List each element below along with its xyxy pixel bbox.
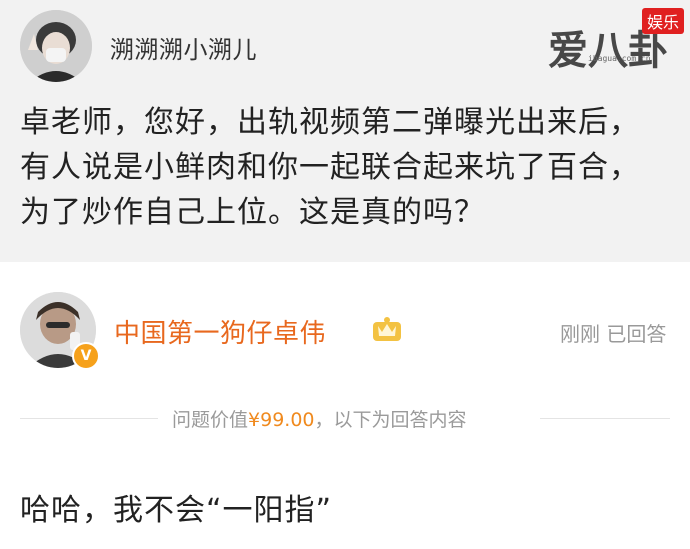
price-prefix: 问题价值 [172,409,249,431]
asker-name[interactable]: 溯溯溯小溯儿 [110,30,257,65]
divider-right [540,418,670,419]
divider-left [20,418,158,419]
price-value: ¥99.00 [248,409,315,431]
question-card: 溯溯溯小溯儿 爱八卦 娱乐 ibagua.com.cn 卓老师，您好，出轨视频第… [0,0,690,262]
vip-crown-icon [373,317,401,341]
verified-v-icon: V [72,342,100,370]
answer-status: 刚刚 已回答 [560,322,667,346]
answerer-name[interactable]: 中国第一狗仔卓伟 [114,313,326,350]
site-watermark: 爱八卦 娱乐 ibagua.com.cn [548,8,684,74]
user-avatar-icon [20,10,92,82]
question-text: 卓老师，您好，出轨视频第二弹曝光出来后，有人说是小鲜肉和你一起联合起来坑了百合，… [20,105,640,230]
price-note: 问题价值¥99.00，以下为回答内容 [172,405,467,432]
price-suffix: ，以下为回答内容 [314,409,467,431]
watermark-url: ibagua.com.cn [588,54,651,63]
answer-text: 哈哈，我不会“一阳指” [20,493,333,528]
asker-avatar[interactable] [20,10,92,82]
watermark-badge: 娱乐 [641,8,684,34]
